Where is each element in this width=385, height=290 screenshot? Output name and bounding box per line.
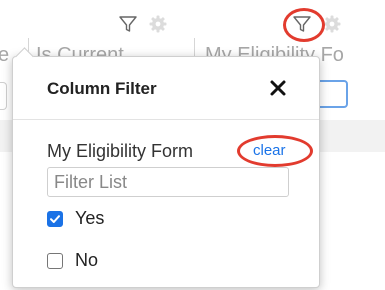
column-filter-popup: Column Filter My Eligibility Form clear … xyxy=(12,56,320,288)
column-icons-is-current xyxy=(118,14,168,34)
option-yes[interactable]: Yes xyxy=(47,208,104,229)
close-icon[interactable] xyxy=(269,79,287,97)
gear-icon[interactable] xyxy=(322,14,342,34)
popup-title: Column Filter xyxy=(47,79,157,98)
gear-icon[interactable] xyxy=(148,14,168,34)
filter-list-input[interactable] xyxy=(47,167,289,197)
popup-header: Column Filter xyxy=(13,57,319,120)
checkbox-no[interactable] xyxy=(47,252,63,269)
check-icon xyxy=(50,214,60,223)
filter-field-label: My Eligibility Form xyxy=(47,141,194,161)
column-header-partial[interactable]: e xyxy=(0,44,9,67)
checkbox-yes[interactable] xyxy=(47,210,63,227)
option-label: Yes xyxy=(75,208,105,228)
funnel-icon[interactable] xyxy=(118,14,138,34)
option-label: No xyxy=(75,250,99,270)
annotation-circle-filter xyxy=(283,8,325,42)
screenshot-stage: e Is Current My Eligibility Fo Column Fi… xyxy=(0,0,385,290)
column-filter-input-partial[interactable] xyxy=(0,82,7,110)
option-no[interactable]: No xyxy=(47,250,98,271)
annotation-circle-clear xyxy=(237,135,313,167)
